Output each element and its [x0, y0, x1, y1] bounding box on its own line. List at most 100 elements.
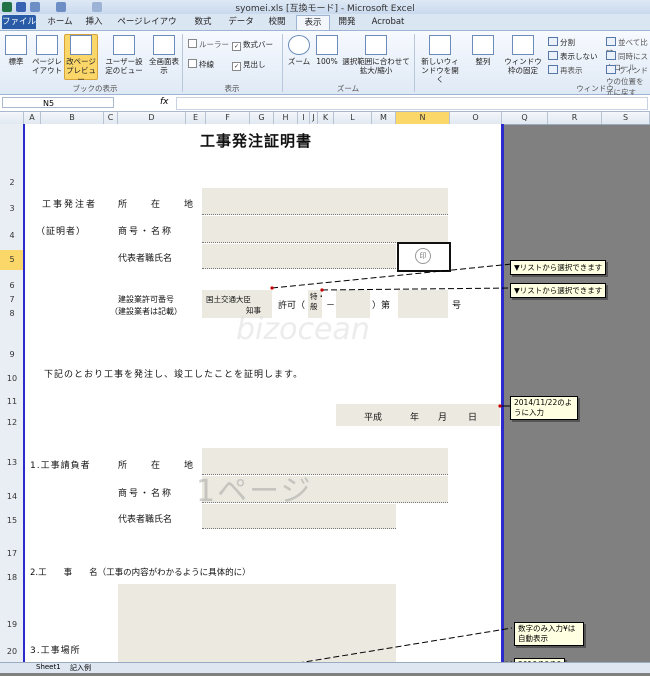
column-header[interactable]: C [104, 112, 118, 124]
orderer-address-cell[interactable] [202, 188, 448, 215]
headings-checkbox[interactable]: ✓ 見出し [232, 59, 266, 71]
page-break-line-left[interactable] [23, 124, 25, 670]
tab-insert[interactable]: 挿入 [80, 15, 108, 29]
row-header[interactable]: 14 [0, 492, 24, 501]
comment-note[interactable]: ▼リストから選択できます [510, 283, 607, 298]
column-header[interactable]: H [274, 112, 298, 124]
column-header[interactable]: E [186, 112, 206, 124]
magnifier-icon [288, 35, 310, 55]
row-header[interactable]: 2 [0, 178, 24, 187]
row-header[interactable]: 12 [0, 418, 24, 427]
row-header-selected[interactable]: 5 [0, 250, 24, 270]
column-header[interactable]: R [548, 112, 602, 124]
row-header[interactable]: 4 [0, 231, 24, 240]
column-header[interactable]: L [334, 112, 372, 124]
ribbon: 標準 ページレイアウト 改ページプレビュー ユーザー設定のビュー 全画面表示 ブ… [0, 31, 650, 97]
row-header[interactable]: 9 [0, 350, 24, 359]
column-header[interactable]: S [602, 112, 650, 124]
tab-acrobat[interactable]: Acrobat [368, 15, 408, 29]
column-header[interactable]: O [450, 112, 502, 124]
tab-data[interactable]: データ [224, 15, 258, 29]
column-header[interactable]: F [206, 112, 250, 124]
comment-note[interactable]: 数字のみ入力¥は自動表示 [514, 622, 584, 646]
orderer-name-cell[interactable] [202, 216, 448, 243]
tab-review[interactable]: 校閲 [262, 15, 292, 29]
column-header-selected[interactable]: N [396, 112, 450, 124]
split-button[interactable]: 分割 [548, 37, 575, 48]
split-icon [548, 37, 558, 46]
new-window-button[interactable]: 新しいウィンドウを開く [418, 35, 462, 84]
row-header[interactable]: 18 [0, 573, 24, 582]
comment-note[interactable]: 2014/11/22のように入力 [510, 396, 578, 420]
zoom-100-button[interactable]: 100% [314, 35, 340, 66]
zoom-100-icon [316, 35, 338, 55]
column-header[interactable]: G [250, 112, 274, 124]
freeze-icon [512, 35, 534, 55]
tab-page-layout[interactable]: ページレイアウト [114, 15, 180, 41]
ruler-checkbox[interactable]: ルーラー [188, 39, 229, 50]
tab-view[interactable]: 表示 [296, 15, 330, 30]
sheet-tab[interactable]: Sheet1 [36, 663, 61, 671]
name-box[interactable]: N5 [2, 97, 114, 108]
sheet-tabs: Sheet1 記入例 [0, 662, 650, 673]
row-header[interactable]: 7 [0, 295, 24, 304]
rep-label: 代表者職氏名 [118, 254, 173, 264]
row-header[interactable]: 11 [0, 397, 24, 406]
formula-bar-checkbox[interactable]: ✓ 数式バー [232, 39, 273, 51]
hide-button[interactable]: 表示しない [548, 51, 598, 62]
orderer-label: 工事発注者 [42, 200, 98, 210]
column-header[interactable]: B [41, 112, 104, 124]
new-window-icon [429, 35, 451, 55]
page-layout-view-button[interactable]: ページレイアウト [31, 35, 63, 75]
row-header[interactable]: 20 [0, 647, 24, 656]
contractor-label: 1.工事請負者 [30, 461, 91, 471]
freeze-panes-button[interactable]: ウィンドウ枠の固定 [502, 35, 544, 75]
book-view-group-label: ブックの表示 [72, 84, 118, 93]
zoom-selection-icon [365, 35, 387, 55]
zoom-button[interactable]: ズーム [286, 35, 312, 66]
tab-formulas[interactable]: 数式 [188, 15, 218, 29]
formula-input[interactable] [176, 97, 648, 110]
column-header[interactable]: A [24, 112, 41, 124]
custom-views-button[interactable]: ユーザー設定のビュー [104, 35, 144, 75]
page-break-preview-button[interactable]: 改ページプレビュー [64, 34, 98, 84]
work-name-label: 2.工 事 名（工事の内容がわかるように具体的に） [30, 568, 251, 578]
connector-line [271, 263, 513, 289]
gridlines-checkbox[interactable]: 枠線 [188, 59, 214, 70]
arrange-all-button[interactable]: 整列 [468, 35, 498, 66]
normal-view-button[interactable]: 標準 [2, 35, 30, 66]
tab-home[interactable]: ホーム [42, 15, 78, 29]
full-screen-button[interactable]: 全画面表示 [148, 35, 180, 75]
unhide-button[interactable]: 再表示 [548, 65, 583, 76]
column-header[interactable]: J [310, 112, 318, 124]
row-header[interactable]: 6 [0, 281, 24, 290]
column-header[interactable]: K [318, 112, 334, 124]
ribbon-separator [182, 34, 183, 92]
row-header[interactable]: 17 [0, 549, 24, 558]
grid-icon [5, 35, 27, 55]
zoom-to-selection-button[interactable]: 選択範囲に合わせて拡大/縮小 [342, 35, 410, 75]
window-title: syomei.xls [互換モード] - Microsoft Excel [235, 4, 415, 14]
license-note: （建設業者は記載） [110, 307, 182, 316]
row-header[interactable]: 10 [0, 374, 24, 383]
row-header[interactable]: 8 [0, 309, 24, 318]
column-header[interactable]: Q [502, 112, 548, 124]
zoom-group-label: ズーム [336, 84, 360, 93]
select-all-corner[interactable] [0, 112, 24, 124]
fx-icon[interactable]: fx [160, 97, 169, 107]
side-by-side-icon [606, 37, 616, 46]
column-header[interactable]: I [298, 112, 310, 124]
row-header[interactable]: 13 [0, 458, 24, 467]
column-header[interactable]: M [372, 112, 396, 124]
row-header[interactable]: 15 [0, 516, 24, 525]
checkbox-icon [188, 59, 197, 68]
row-header[interactable]: 19 [0, 620, 24, 629]
license-label: 建設業許可番号 [118, 295, 174, 304]
tab-file[interactable]: ファイル [2, 15, 36, 29]
tab-developer[interactable]: 開発 [332, 15, 362, 29]
column-header[interactable]: D [118, 112, 186, 124]
window-group-label: ウィンドウ [576, 84, 614, 93]
row-header[interactable]: 3 [0, 204, 24, 213]
checkmark-icon: ✓ [232, 42, 241, 51]
comment-note[interactable]: ▼リストから選択できます [510, 260, 607, 275]
